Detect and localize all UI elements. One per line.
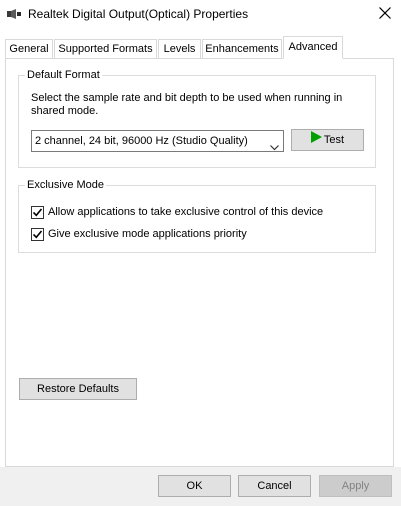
- exclusive-priority-checkbox[interactable]: [31, 228, 44, 241]
- default-format-heading: Default Format: [25, 68, 102, 82]
- format-select-value: 2 channel, 24 bit, 96000 Hz (Studio Qual…: [35, 135, 248, 147]
- tab-levels[interactable]: Levels: [158, 39, 201, 58]
- dialog-footer: OK Cancel Apply: [0, 467, 401, 506]
- ok-button[interactable]: OK: [158, 475, 231, 497]
- default-format-description: Select the sample rate and bit depth to …: [31, 92, 343, 117]
- advanced-panel: Default Format Select the sample rate an…: [5, 58, 394, 467]
- format-select[interactable]: 2 channel, 24 bit, 96000 Hz (Studio Qual…: [31, 130, 284, 152]
- cancel-button[interactable]: Cancel: [238, 475, 311, 497]
- tab-enhancements[interactable]: Enhancements: [202, 39, 282, 58]
- exclusive-mode-heading: Exclusive Mode: [25, 178, 107, 192]
- checkmark-icon: [33, 230, 42, 239]
- tab-advanced[interactable]: Advanced: [283, 36, 343, 59]
- exclusive-control-checkbox[interactable]: [31, 206, 44, 219]
- test-button[interactable]: Test: [291, 129, 364, 151]
- exclusive-mode-group: Exclusive Mode Allow applications to tak…: [18, 178, 376, 253]
- tab-supported-formats[interactable]: Supported Formats: [54, 39, 157, 58]
- properties-dialog: Realtek Digital Output(Optical) Properti…: [0, 0, 401, 506]
- restore-defaults-button[interactable]: Restore Defaults: [19, 378, 137, 400]
- test-button-label: Test: [323, 134, 345, 147]
- title-bar: Realtek Digital Output(Optical) Properti…: [0, 0, 401, 30]
- tab-strip: General Supported Formats Levels Enhance…: [5, 36, 395, 59]
- chevron-down-icon: [270, 138, 279, 151]
- speaker-icon: [7, 9, 21, 19]
- default-format-group: Default Format Select the sample rate an…: [18, 68, 376, 168]
- window-title: Realtek Digital Output(Optical) Properti…: [28, 7, 249, 21]
- exclusive-priority-label: Give exclusive mode applications priorit…: [48, 228, 247, 240]
- play-icon: [310, 130, 322, 150]
- close-button[interactable]: [369, 0, 401, 28]
- checkmark-icon: [33, 208, 42, 217]
- tab-general[interactable]: General: [5, 39, 53, 58]
- close-icon: [379, 6, 391, 22]
- exclusive-control-label: Allow applications to take exclusive con…: [48, 206, 324, 218]
- apply-button[interactable]: Apply: [319, 475, 392, 497]
